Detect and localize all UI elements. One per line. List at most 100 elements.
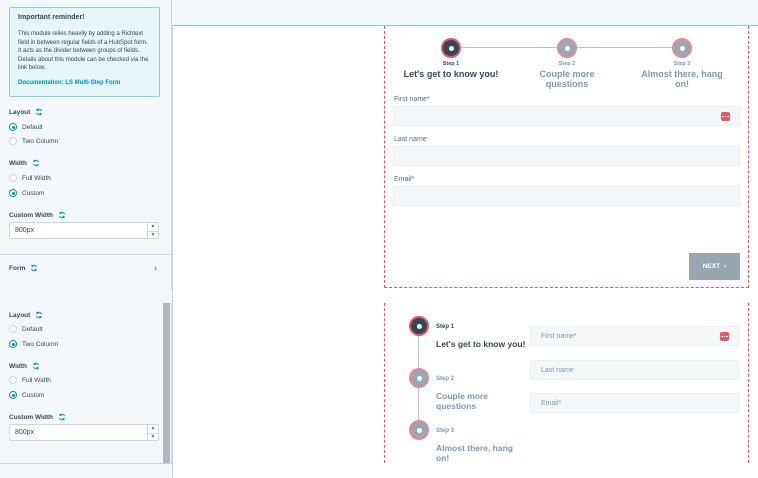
sync-icon[interactable] [32,362,40,370]
sync-icon[interactable] [35,311,43,319]
first-name-input[interactable] [393,106,740,126]
module-boundary [384,287,749,288]
canvas-border [172,25,173,478]
step-3-title: Almost there, hang on! [436,443,513,463]
sync-icon[interactable] [58,413,66,421]
width-option-custom[interactable]: Custom [9,391,44,399]
custom-width-input[interactable]: 800px ▲ ▼ [9,424,159,441]
last-name-placeholder: Last name [541,367,574,374]
layout-option-label: Default [22,325,43,333]
sync-icon[interactable] [35,108,43,116]
chevron-right-icon: › [724,263,727,270]
step-2-indicator[interactable] [409,368,429,388]
reminder-title: Important reminder! [18,14,85,21]
radio-checked-icon[interactable] [9,340,17,348]
custom-width-input[interactable]: 800px ▲ ▼ [9,222,159,239]
layout-label: Layout [9,311,43,319]
step-3-indicator[interactable] [409,420,429,440]
radio-checked-icon[interactable] [9,189,17,197]
reminder-body: This module relies heavily by adding a R… [18,31,149,72]
step-3-label: Step 3 [673,61,691,67]
step-3-label: Step 3 [436,428,455,434]
sync-icon[interactable] [32,159,40,167]
number-stepper[interactable]: ▲ ▼ [147,425,158,440]
next-button[interactable]: NEXT › [689,253,740,280]
step-2-title: Couple more questions [436,391,488,411]
width-label: Width [9,159,40,167]
email-input[interactable]: Email* [530,393,739,413]
editor-root: Important reminder! This module relies h… [0,0,758,478]
width-label-text: Width [9,159,27,167]
step-1-label: Step 1 [436,324,455,330]
step-connector [576,47,672,48]
password-manager-icon[interactable] [721,112,730,121]
stepper-down-icon[interactable]: ▼ [148,230,158,239]
custom-width-label: Custom Width [9,413,66,421]
documentation-link[interactable]: Documentation: LS Multi-Step Form [18,80,151,86]
email-input[interactable] [393,186,740,206]
step-1-indicator[interactable] [441,38,461,58]
layout-option-two-column[interactable]: Two Column [9,340,58,348]
step-1-title: Let's get to know you! [403,69,499,79]
form-label-text: Form [9,264,26,272]
password-manager-icon[interactable] [720,332,729,341]
sync-icon[interactable] [30,264,38,272]
email-placeholder: Email* [541,400,562,407]
stepper-up-icon[interactable]: ▲ [148,425,158,433]
form-label: Form [9,264,38,272]
module-boundary [748,303,749,463]
step-2-label: Step 2 [558,61,576,67]
width-option-full[interactable]: Full Width [9,376,51,384]
sync-icon[interactable] [58,211,66,219]
layout-option-label: Two Column [22,340,59,348]
step-3-title: Almost there, hang on! [641,69,723,89]
last-name-input[interactable] [393,146,740,166]
chevron-right-icon[interactable]: › [154,263,157,273]
first-name-placeholder: First name* [541,333,577,340]
next-button-label: NEXT [702,263,721,270]
stepper-down-icon[interactable]: ▼ [148,432,158,441]
first-name-label: First name* [394,96,430,103]
step-1-title: Let's get to know you! [436,339,526,349]
email-label: Email* [394,176,415,183]
first-name-input[interactable]: First name* [530,326,739,346]
last-name-input[interactable]: Last name [530,360,739,380]
layout-label: Layout [9,108,43,116]
step-2-indicator[interactable] [557,38,577,58]
step-3-indicator[interactable] [672,38,692,58]
radio-unchecked-icon[interactable] [9,376,17,384]
module-boundary [748,26,749,288]
canvas-border [172,25,758,26]
layout-option-default[interactable]: Default [9,123,43,131]
width-option-label: Custom [22,391,45,399]
width-option-custom[interactable]: Custom [9,189,44,197]
layout-option-label: Default [22,123,43,131]
layout-label-text: Layout [9,311,31,319]
radio-unchecked-icon[interactable] [9,137,17,145]
custom-width-label: Custom Width [9,211,66,219]
stepper-up-icon[interactable]: ▲ [148,223,158,231]
layout-option-two-column[interactable]: Two Column [9,137,58,145]
step-connector [418,336,419,369]
radio-unchecked-icon[interactable] [9,174,17,182]
step-2-label: Step 2 [436,376,455,382]
custom-width-value[interactable]: 800px [15,227,34,234]
radio-unchecked-icon[interactable] [9,325,17,333]
reminder-box: Important reminder! This module relies h… [9,7,160,97]
radio-checked-icon[interactable] [9,123,17,131]
number-stepper[interactable]: ▲ ▼ [147,223,158,238]
width-option-label: Full Width [22,174,51,182]
width-option-full[interactable]: Full Width [9,174,51,182]
radio-checked-icon[interactable] [9,391,17,399]
step-connector [461,47,557,48]
divider [0,463,172,464]
width-label: Width [9,362,40,370]
step-1-indicator[interactable] [409,316,429,336]
module-settings-panel: Important reminder! This module relies h… [0,0,172,290]
form-section-row[interactable]: Form › [0,254,171,282]
module-boundary [384,26,385,288]
custom-width-value[interactable]: 800px [15,429,34,436]
layout-option-default[interactable]: Default [9,325,43,333]
width-option-label: Full Width [22,376,51,384]
scrollbar[interactable] [163,303,170,463]
